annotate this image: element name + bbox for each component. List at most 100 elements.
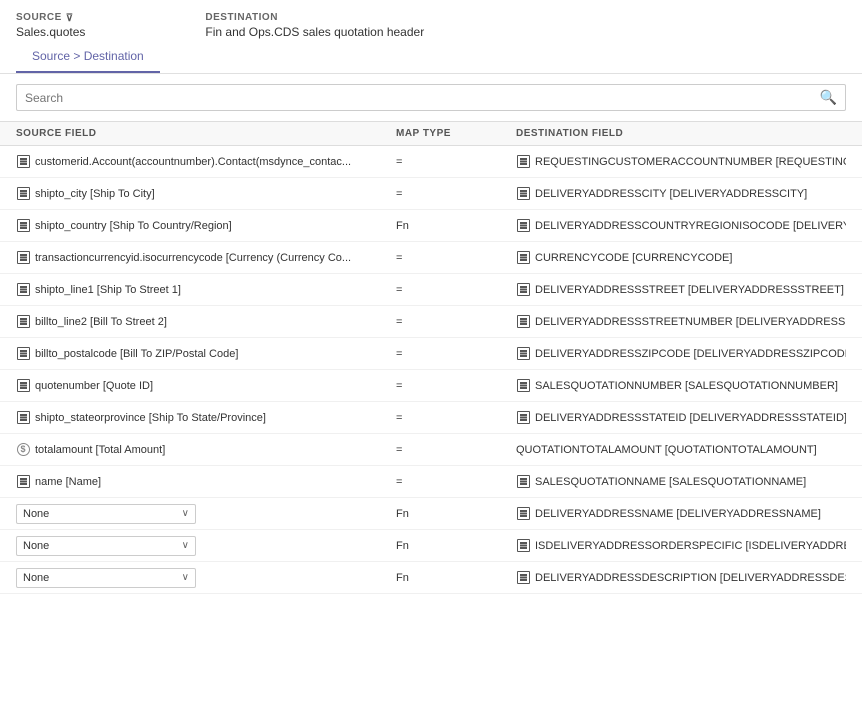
source-cell: transactioncurrencyid.isocurrencycode [C… bbox=[16, 251, 396, 265]
destination-value: Fin and Ops.CDS sales quotation header bbox=[205, 25, 424, 39]
none-dropdown[interactable]: None∨ bbox=[16, 536, 196, 556]
field-icon bbox=[516, 347, 530, 361]
source-text: name [Name] bbox=[35, 476, 101, 488]
table-row: name [Name] = SALESQUOTATIONNAME [SALESQUO… bbox=[0, 466, 862, 498]
field-icon bbox=[516, 539, 530, 553]
dest-cell: DELIVERYADDRESSCOUNTRYREGIONISOCODE [DEL… bbox=[516, 219, 846, 233]
dest-text: REQUESTINGCUSTOMERACCOUNTNUMBER [REQUEST… bbox=[535, 156, 846, 168]
dest-text: DELIVERYADDRESSCOUNTRYREGIONISOCODE [DEL… bbox=[535, 220, 846, 232]
map-type-cell: Fn bbox=[396, 572, 516, 584]
col-dest-field: DESTINATION FIELD bbox=[516, 128, 846, 139]
field-icon bbox=[516, 379, 530, 393]
source-cell: billto_postalcode [Bill To ZIP/Postal Co… bbox=[16, 347, 396, 361]
dest-cell: SALESQUOTATIONNAME [SALESQUOTATIONNAME] bbox=[516, 475, 846, 489]
source-value: Sales.quotes bbox=[16, 25, 85, 39]
none-dropdown[interactable]: None∨ bbox=[16, 504, 196, 524]
dest-cell: DELIVERYADDRESSSTREETNUMBER [DELIVERYADD… bbox=[516, 315, 846, 329]
map-type-cell: = bbox=[396, 380, 516, 392]
dest-text: DELIVERYADDRESSSTREET [DELIVERYADDRESSST… bbox=[535, 284, 844, 296]
map-type-cell: = bbox=[396, 156, 516, 168]
source-text: shipto_country [Ship To Country/Region] bbox=[35, 220, 232, 232]
field-icon bbox=[516, 219, 530, 233]
filter-icon bbox=[66, 13, 76, 23]
field-icon bbox=[516, 315, 530, 329]
field-icon bbox=[516, 155, 530, 169]
dest-text: DELIVERYADDRESSZIPCODE [DELIVERYADDRESSZ… bbox=[535, 348, 846, 360]
field-icon bbox=[516, 283, 530, 297]
col-source-field: SOURCE FIELD bbox=[16, 128, 396, 139]
field-icon bbox=[16, 379, 30, 393]
source-label: SOURCE bbox=[16, 12, 85, 23]
dest-text: CURRENCYCODE [CURRENCYCODE] bbox=[535, 252, 732, 264]
dest-cell: DELIVERYADDRESSNAME [DELIVERYADDRESSNAME… bbox=[516, 507, 846, 521]
source-cell: name [Name] bbox=[16, 475, 396, 489]
field-icon bbox=[16, 315, 30, 329]
dest-cell: QUOTATIONTOTALAMOUNT [QUOTATIONTOTALAMOU… bbox=[516, 444, 846, 456]
source-text: quotenumber [Quote ID] bbox=[35, 380, 153, 392]
map-type-cell: = bbox=[396, 316, 516, 328]
source-text: billto_postalcode [Bill To ZIP/Postal Co… bbox=[35, 348, 238, 360]
dest-text: DELIVERYADDRESSSTATEID [DELIVERYADDRESSS… bbox=[535, 412, 846, 424]
dest-cell: ISDELIVERYADDRESSORDERSPECIFIC [ISDELIVE… bbox=[516, 539, 846, 553]
map-type-cell: = bbox=[396, 284, 516, 296]
table-row: customerid.Account(accountnumber).Contac… bbox=[0, 146, 862, 178]
source-header: SOURCE Sales.quotes bbox=[16, 12, 85, 39]
dest-cell: DELIVERYADDRESSCITY [DELIVERYADDRESSCITY… bbox=[516, 187, 846, 201]
table-row: None∨FnDELIVERYADDRESSDESCRIPTION [DELIV… bbox=[0, 562, 862, 594]
source-text: shipto_stateorprovince [Ship To State/Pr… bbox=[35, 412, 266, 424]
source-cell: None∨ bbox=[16, 568, 396, 588]
dest-text: DELIVERYADDRESSCITY [DELIVERYADDRESSCITY… bbox=[535, 188, 807, 200]
dest-cell: REQUESTINGCUSTOMERACCOUNTNUMBER [REQUEST… bbox=[516, 155, 846, 169]
map-type-cell: Fn bbox=[396, 508, 516, 520]
destination-header: DESTINATION Fin and Ops.CDS sales quotat… bbox=[205, 12, 424, 39]
source-text: billto_line2 [Bill To Street 2] bbox=[35, 316, 167, 328]
breadcrumb-wrap: Source > Destination bbox=[0, 45, 862, 74]
dest-cell: DELIVERYADDRESSZIPCODE [DELIVERYADDRESSZ… bbox=[516, 347, 846, 361]
map-type-cell: Fn bbox=[396, 540, 516, 552]
source-text: shipto_line1 [Ship To Street 1] bbox=[35, 284, 181, 296]
source-cell: shipto_city [Ship To City] bbox=[16, 187, 396, 201]
field-icon bbox=[16, 187, 30, 201]
map-type-cell: = bbox=[396, 476, 516, 488]
source-cell: shipto_stateorprovince [Ship To State/Pr… bbox=[16, 411, 396, 425]
map-type-cell: Fn bbox=[396, 220, 516, 232]
table-row: transactioncurrencyid.isocurrencycode [C… bbox=[0, 242, 862, 274]
table-row: quotenumber [Quote ID] =SALESQUOTATIONNUM… bbox=[0, 370, 862, 402]
source-cell: None∨ bbox=[16, 536, 396, 556]
field-icon bbox=[516, 251, 530, 265]
field-icon bbox=[16, 475, 30, 489]
dest-text: QUOTATIONTOTALAMOUNT [QUOTATIONTOTALAMOU… bbox=[516, 444, 817, 456]
none-dropdown[interactable]: None∨ bbox=[16, 568, 196, 588]
source-cell: None∨ bbox=[16, 504, 396, 524]
source-text: transactioncurrencyid.isocurrencycode [C… bbox=[35, 252, 351, 264]
source-cell: $ totalamount [Total Amount] bbox=[16, 443, 396, 457]
field-icon bbox=[16, 219, 30, 233]
table-row: shipto_country [Ship To Country/Region] F… bbox=[0, 210, 862, 242]
table-body: customerid.Account(accountnumber).Contac… bbox=[0, 146, 862, 594]
dest-text: ISDELIVERYADDRESSORDERSPECIFIC [ISDELIVE… bbox=[535, 540, 846, 552]
dest-cell: SALESQUOTATIONNUMBER [SALESQUOTATIONNUMB… bbox=[516, 379, 846, 393]
map-type-cell: = bbox=[396, 444, 516, 456]
search-bar[interactable]: 🔍 bbox=[16, 84, 846, 111]
money-icon: $ bbox=[16, 443, 30, 457]
dest-text: SALESQUOTATIONNAME [SALESQUOTATIONNAME] bbox=[535, 476, 806, 488]
dest-text: DELIVERYADDRESSSTREETNUMBER [DELIVERYADD… bbox=[535, 316, 846, 328]
map-type-cell: = bbox=[396, 348, 516, 360]
header-section: SOURCE Sales.quotes DESTINATION Fin and … bbox=[0, 0, 862, 45]
dest-cell: DELIVERYADDRESSSTATEID [DELIVERYADDRESSS… bbox=[516, 411, 846, 425]
field-icon bbox=[516, 571, 530, 585]
source-cell: customerid.Account(accountnumber).Contac… bbox=[16, 155, 396, 169]
dest-text: DELIVERYADDRESSNAME [DELIVERYADDRESSNAME… bbox=[535, 508, 821, 520]
table-row: billto_line2 [Bill To Street 2] = DELIVERY… bbox=[0, 306, 862, 338]
breadcrumb[interactable]: Source > Destination bbox=[16, 45, 160, 73]
source-text: totalamount [Total Amount] bbox=[35, 444, 165, 456]
search-input[interactable] bbox=[25, 91, 820, 105]
destination-label: DESTINATION bbox=[205, 12, 424, 23]
field-icon bbox=[516, 507, 530, 521]
source-cell: shipto_country [Ship To Country/Region] bbox=[16, 219, 396, 233]
table-row: None∨ Fn ISDELIVERYADDRESSORDERSPECIFIC [I… bbox=[0, 530, 862, 562]
map-type-cell: = bbox=[396, 252, 516, 264]
field-icon bbox=[516, 475, 530, 489]
table-row: None∨ Fn DELIVERYADDRESSNAME [DELIVERYADDR… bbox=[0, 498, 862, 530]
field-icon bbox=[16, 283, 30, 297]
